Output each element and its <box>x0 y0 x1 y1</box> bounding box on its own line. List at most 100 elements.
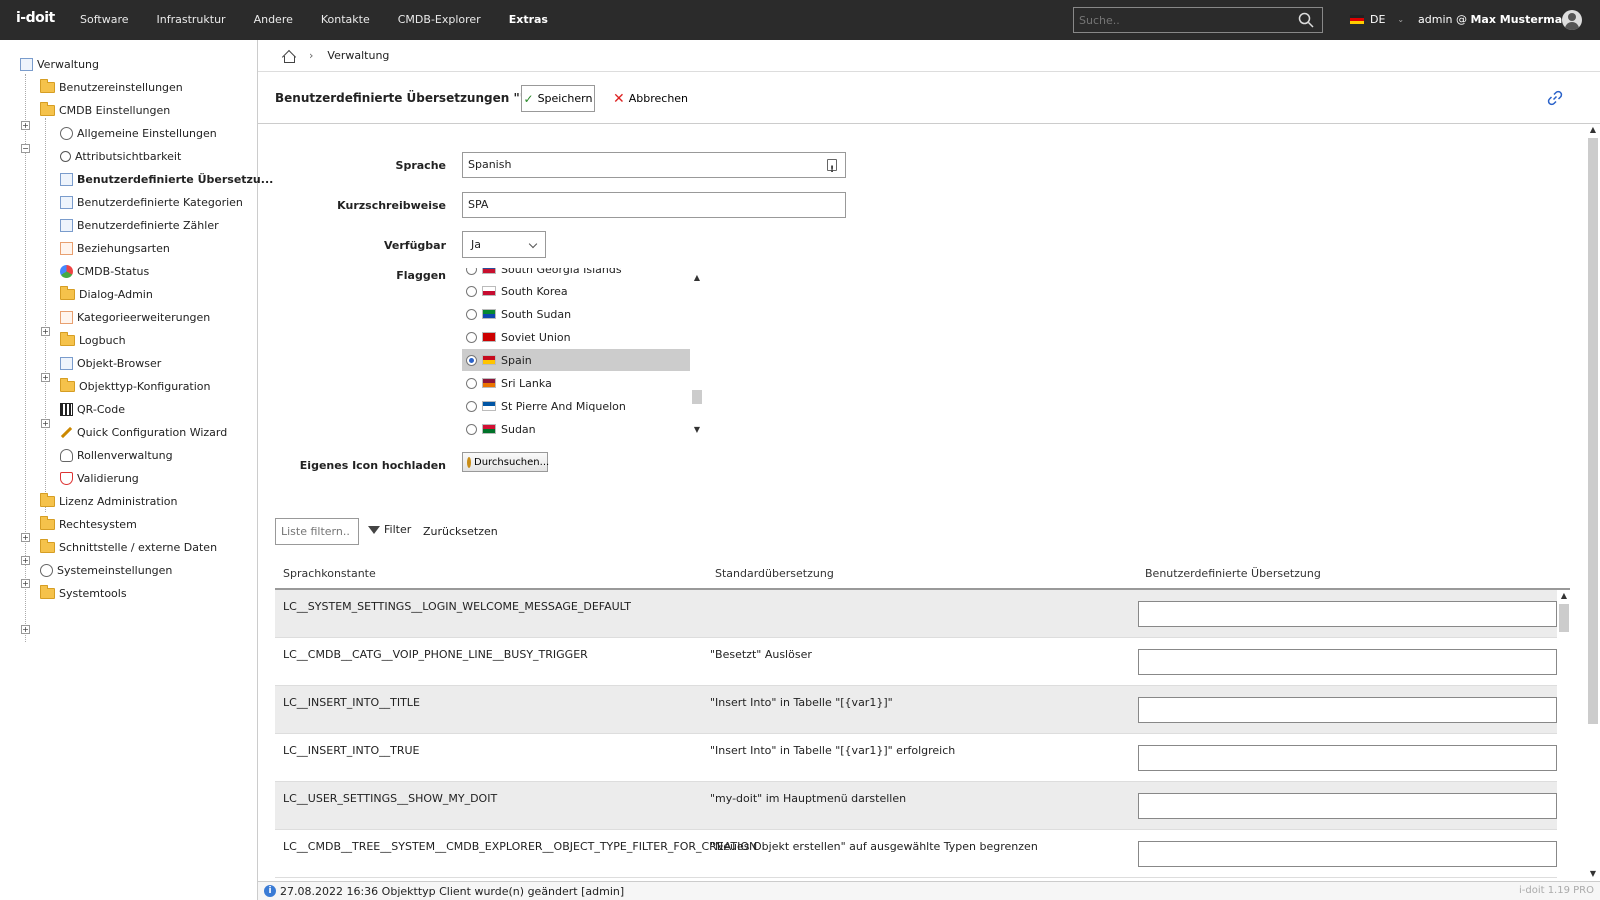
sidebar-item-cmdb-einstellungen[interactable]: CMDB Einstellungen <box>40 101 170 119</box>
sidebar-item-benutzereinstellungen[interactable]: Benutzereinstellungen <box>40 78 183 96</box>
expand-icon[interactable]: + <box>21 625 30 634</box>
sidebar-item-logbuch[interactable]: Logbuch <box>60 331 126 349</box>
sidebar-item-verwaltung[interactable]: Verwaltung <box>20 55 99 73</box>
radio-button[interactable] <box>466 377 477 389</box>
radio-button[interactable] <box>466 285 477 297</box>
custom-translation-input[interactable] <box>1138 841 1557 867</box>
app-logo[interactable]: i-doit <box>16 10 55 26</box>
sidebar-item-dialog-admin[interactable]: Dialog-Admin <box>60 285 153 303</box>
sidebar-item-systemeinstellungen[interactable]: Systemeinstellungen <box>40 561 172 579</box>
filter-button[interactable]: Filter <box>368 523 411 536</box>
sidebar-item-schnittstelle[interactable]: Schnittstelle / externe Daten <box>40 538 217 556</box>
flag-option[interactable]: Sudan <box>462 418 690 438</box>
custom-translation-input[interactable] <box>1138 745 1557 771</box>
expand-icon[interactable]: + <box>21 556 30 565</box>
custom-translation-input[interactable] <box>1138 649 1557 675</box>
scroll-up-icon[interactable]: ▲ <box>691 272 703 284</box>
search-input[interactable] <box>1073 7 1323 33</box>
counter-icon <box>60 218 73 232</box>
scroll-up-icon[interactable]: ▲ <box>1587 124 1599 136</box>
expand-icon[interactable]: + <box>41 373 50 382</box>
flaggen-label: Flaggen <box>396 269 446 282</box>
nav-cmdb-explorer[interactable]: CMDB-Explorer <box>384 0 495 40</box>
sidebar-item-objekttyp-konfiguration[interactable]: Objekttyp-Konfiguration <box>60 377 211 395</box>
sidebar-item-rollenverwaltung[interactable]: Rollenverwaltung <box>60 446 173 464</box>
scroll-up-icon[interactable]: ▲ <box>1558 590 1570 602</box>
flag-option[interactable]: St Pierre And Miquelon <box>462 395 690 417</box>
radio-button[interactable] <box>466 268 477 275</box>
table-scrollbar[interactable]: ▲ <box>1557 590 1571 880</box>
flag-option[interactable]: Soviet Union <box>462 326 690 348</box>
radio-button[interactable] <box>466 308 477 320</box>
flag-option[interactable]: South Korea <box>462 280 690 302</box>
radio-button[interactable] <box>466 400 477 412</box>
column-header-benutzerdefiniert[interactable]: Benutzerdefinierte Übersetzung <box>1145 567 1321 580</box>
sidebar-item-lizenz[interactable]: Lizenz Administration <box>40 492 177 510</box>
scroll-down-icon[interactable]: ▼ <box>1587 868 1599 880</box>
sidebar-item-uebersetzungen[interactable]: Benutzerdefinierte Übersetzu... <box>60 170 273 188</box>
radio-button[interactable] <box>466 423 477 435</box>
sidebar-item-rechtesystem[interactable]: Rechtesystem <box>40 515 137 533</box>
sidebar-item-objekt-browser[interactable]: Objekt-Browser <box>60 354 161 372</box>
expand-icon[interactable]: + <box>21 579 30 588</box>
flag-option[interactable]: South Georgia Islands <box>462 268 690 280</box>
flag-option-label: Soviet Union <box>501 330 571 344</box>
flag-option[interactable]: South Sudan <box>462 303 690 325</box>
link-icon[interactable] <box>1547 90 1563 106</box>
reset-button[interactable]: Zurücksetzen <box>423 525 498 538</box>
sidebar-item-allgemeine-einstellungen[interactable]: Allgemeine Einstellungen <box>60 124 217 142</box>
expand-icon[interactable]: + <box>21 121 30 130</box>
sprache-field[interactable]: Spanish <box>462 152 846 182</box>
user-menu[interactable]: admin @ Max Mustermann <box>1418 13 1578 26</box>
sidebar-item-qr-code[interactable]: QR-Code <box>60 400 125 418</box>
nav-software[interactable]: Software <box>66 0 143 40</box>
sidebar-item-attributsichtbarkeit[interactable]: Attributsichtbarkeit <box>60 147 181 165</box>
qr-code-icon <box>60 402 73 416</box>
sidebar-item-kategorien[interactable]: Benutzerdefinierte Kategorien <box>60 193 243 211</box>
verfuegbar-select[interactable]: Ja <box>462 231 546 258</box>
save-button[interactable]: ✓ Speichern <box>521 85 595 112</box>
breadcrumb-current[interactable]: Verwaltung <box>327 49 389 62</box>
column-header-standarduebersetzung[interactable]: Standardübersetzung <box>715 567 834 580</box>
flag-list[interactable]: South Georgia Islands South Korea South Su… <box>462 268 705 438</box>
scrollbar-thumb[interactable] <box>1559 604 1569 632</box>
radio-button[interactable] <box>466 354 477 366</box>
scrollbar-thumb[interactable] <box>692 390 702 404</box>
sidebar-item-kategorieerweiterungen[interactable]: Kategorieerweiterungen <box>60 308 210 326</box>
nav-kontakte[interactable]: Kontakte <box>307 0 384 40</box>
scrollbar-thumb[interactable] <box>1588 138 1598 724</box>
home-icon[interactable] <box>282 50 295 63</box>
sidebar-item-cmdb-status[interactable]: CMDB-Status <box>60 262 149 280</box>
language-selector[interactable]: DE ⌄ <box>1350 13 1404 26</box>
search-icon[interactable] <box>1298 12 1314 28</box>
sidebar-item-systemtools[interactable]: Systemtools <box>40 584 127 602</box>
nav-infrastruktur[interactable]: Infrastruktur <box>143 0 240 40</box>
nav-extras[interactable]: Extras <box>495 0 562 40</box>
expand-icon[interactable]: + <box>41 327 50 336</box>
sidebar-item-validierung[interactable]: Validierung <box>60 469 139 487</box>
custom-translation-input[interactable] <box>1138 697 1557 723</box>
flag-option[interactable]: Sri Lanka <box>462 372 690 394</box>
info-icon[interactable] <box>827 158 837 182</box>
column-header-sprachkonstante[interactable]: Sprachkonstante <box>283 567 376 580</box>
nav-andere[interactable]: Andere <box>240 0 307 40</box>
custom-translation-input[interactable] <box>1138 601 1557 627</box>
browse-button[interactable]: Durchsuchen... <box>462 452 549 472</box>
sidebar-item-quick-wizard[interactable]: Quick Configuration Wizard <box>60 423 227 441</box>
sidebar-item-zaehler[interactable]: Benutzerdefinierte Zähler <box>60 216 219 234</box>
flag-option[interactable]: Spain <box>462 349 690 371</box>
flag-list-scrollbar[interactable]: ▲ ▼ <box>690 272 704 438</box>
expand-icon[interactable]: + <box>21 533 30 542</box>
list-filter-input[interactable] <box>275 518 359 545</box>
radio-button[interactable] <box>466 331 477 343</box>
sidebar-item-beziehungsarten[interactable]: Beziehungsarten <box>60 239 170 257</box>
scroll-down-icon[interactable]: ▼ <box>691 424 703 436</box>
collapse-icon[interactable]: − <box>21 144 30 153</box>
custom-translation-input[interactable] <box>1138 793 1557 819</box>
cancel-button[interactable]: ✕ Abbrechen <box>613 85 688 112</box>
page-scrollbar[interactable]: ▲ ▼ <box>1586 124 1600 881</box>
expand-icon[interactable]: + <box>41 419 50 428</box>
folder-icon <box>60 285 75 300</box>
kurzschreibweise-field[interactable]: SPA <box>462 192 846 218</box>
avatar-icon[interactable] <box>1562 10 1582 30</box>
